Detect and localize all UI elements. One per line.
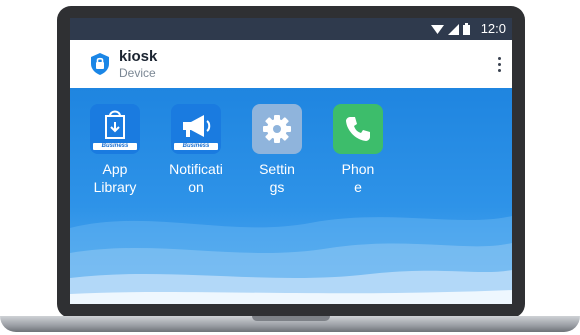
gear-icon [252, 104, 302, 154]
app-library-icon: Business [90, 104, 140, 154]
more-options-button[interactable] [492, 53, 506, 75]
phone-icon [333, 104, 383, 154]
home-screen: Business App Library Business Notificati… [70, 88, 512, 304]
header-subtitle: Device [119, 66, 156, 80]
app-tile-app-library[interactable]: Business App Library [84, 104, 146, 196]
laptop-notch [252, 316, 330, 321]
app-tile-settings[interactable]: Settin gs [246, 104, 308, 196]
signal-icon [448, 23, 459, 35]
megaphone-icon: Business [171, 104, 221, 154]
app-label-line1: Settin [259, 161, 295, 177]
business-badge: Business [174, 143, 218, 150]
app-label-line2: on [188, 179, 204, 195]
app-label-line1: App [102, 161, 128, 177]
header-title: kiosk [119, 48, 158, 65]
wifi-icon [431, 24, 444, 34]
status-time: 12:0 [480, 21, 506, 36]
app-header: kiosk Device [70, 40, 512, 89]
app-label-line1: Notificati [169, 161, 223, 177]
app-label-line1: Phon [341, 161, 375, 177]
app-tile-phone[interactable]: Phon e [327, 104, 389, 196]
battery-icon [463, 23, 470, 35]
status-icons [431, 23, 470, 35]
app-tile-notification[interactable]: Business Notificati on [165, 104, 227, 196]
app-label-line2: Library [93, 179, 137, 195]
app-label-line2: gs [269, 179, 285, 195]
app-label-line2: e [354, 179, 362, 195]
more-vertical-icon [497, 56, 501, 60]
device-screen: 12:0 kiosk Device Business App Library B… [70, 18, 512, 304]
shield-lock-icon [91, 53, 109, 75]
business-badge: Business [93, 143, 137, 150]
status-bar: 12:0 [70, 18, 512, 40]
